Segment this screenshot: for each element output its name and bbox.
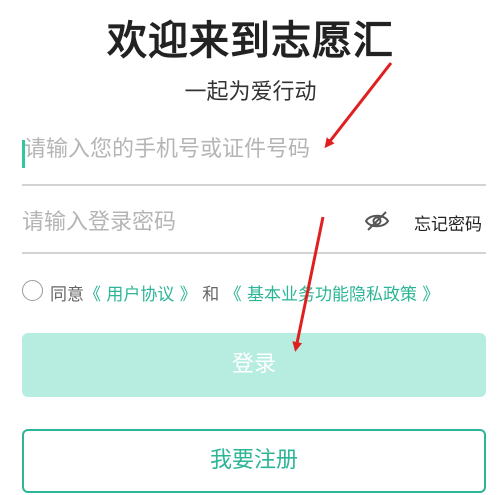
agreement-row: 同意《 用户协议 》 和 《 基本业务功能隐私政策 》 bbox=[22, 279, 492, 305]
eye-off-icon[interactable] bbox=[364, 208, 390, 234]
register-button[interactable]: 我要注册 bbox=[22, 429, 486, 493]
agreement-conjunction: 和 bbox=[202, 285, 220, 305]
page-subtitle: 一起为爱行动 bbox=[184, 80, 317, 105]
account-field bbox=[22, 119, 486, 186]
account-input[interactable] bbox=[24, 119, 464, 179]
agreement-prefix: 同意 bbox=[50, 285, 84, 305]
privacy-policy-link[interactable]: 《 基本业务功能隐私政策 》 bbox=[225, 285, 440, 305]
agreement-text: 同意《 用户协议 》 和 《 基本业务功能隐私政策 》 bbox=[50, 280, 439, 305]
agreement-radio[interactable] bbox=[22, 280, 43, 301]
login-button[interactable]: 登录 bbox=[22, 333, 486, 397]
forgot-password-link[interactable]: 忘记密码 bbox=[414, 210, 482, 235]
password-field: 忘记密码 bbox=[22, 190, 486, 254]
page-title: 欢迎来到志愿汇 bbox=[107, 18, 394, 64]
password-input[interactable] bbox=[22, 192, 352, 252]
user-agreement-link[interactable]: 《 用户协议 》 bbox=[84, 285, 197, 305]
